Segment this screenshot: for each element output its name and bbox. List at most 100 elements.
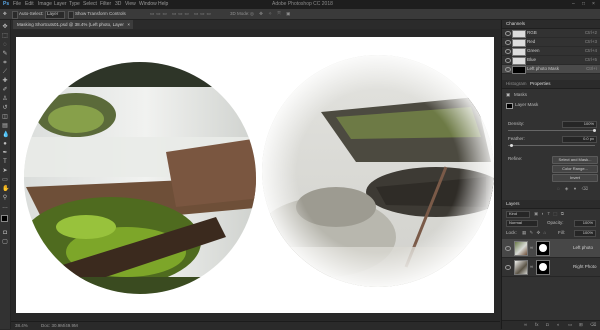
menu-bar: Ps File Edit Image Layer Type Select Fil… [0, 0, 600, 9]
mask-icon[interactable]: ◘ [546, 322, 549, 328]
feather-field[interactable]: 0.0 px [562, 136, 597, 143]
3d-mode-icons[interactable]: ◎ ✥ ✧ ⤧ ▣ [250, 9, 292, 19]
menu-window[interactable]: Window [139, 0, 157, 9]
fill-field[interactable]: 100% [574, 230, 596, 237]
path-select-tool-icon[interactable]: ➤ [2, 168, 8, 174]
masks-label: Masks [514, 92, 528, 97]
layer-filter-dropdown[interactable]: Kind [506, 211, 530, 218]
link-icon[interactable]: ∞ [524, 322, 527, 328]
lock-icons[interactable]: ▦ ✎ ✥ ⌂ [522, 230, 547, 236]
document-tab[interactable]: Masking Shortcuts01.psd @ 38.4% (Left ph… [13, 20, 133, 36]
channel-shortcut: Ctrl+4 [584, 48, 597, 53]
blend-mode-dropdown[interactable]: Normal [506, 220, 538, 227]
menu-help[interactable]: Help [158, 0, 168, 9]
type-tool-icon[interactable]: T [2, 159, 8, 165]
density-field[interactable]: 100% [562, 121, 597, 128]
fx-icon[interactable]: fx [535, 322, 539, 328]
adjustment-icon[interactable]: ◐ [557, 322, 560, 328]
hand-tool-icon[interactable]: ✋ [2, 186, 9, 192]
eye-icon[interactable] [505, 67, 511, 72]
foreground-color-swatch[interactable] [1, 215, 8, 222]
mask-icon[interactable] [506, 103, 513, 109]
menu-layer[interactable]: Layer [54, 0, 67, 9]
zoom-tool-icon[interactable]: ⚲ [2, 195, 8, 201]
dodge-tool-icon[interactable]: ● [2, 141, 8, 147]
crop-tool-icon[interactable]: ⌗ [2, 60, 8, 66]
color-range-button[interactable]: Color Range... [552, 165, 598, 173]
eye-icon[interactable] [505, 265, 511, 270]
more-tools-icon[interactable]: … [2, 204, 8, 210]
close-window-icon[interactable]: × [592, 0, 595, 9]
layer-mask-thumbnail[interactable] [536, 241, 550, 256]
menu-image[interactable]: Image [38, 0, 52, 9]
gradient-tool-icon[interactable]: ▤ [2, 123, 8, 129]
maximize-icon[interactable]: □ [582, 0, 585, 9]
eyedropper-tool-icon[interactable]: ⟋ [2, 69, 8, 75]
feather-slider-knob[interactable] [509, 144, 513, 147]
eraser-tool-icon[interactable]: ◫ [2, 114, 8, 120]
density-slider[interactable] [508, 130, 595, 131]
quick-select-tool-icon[interactable]: ✎ [2, 51, 8, 57]
minimize-icon[interactable]: – [572, 0, 575, 9]
tab-histogram[interactable]: Histogram [506, 80, 527, 88]
pen-tool-icon[interactable]: ✒ [2, 150, 8, 156]
folder-icon[interactable]: ▭ [568, 322, 572, 328]
eye-icon[interactable] [505, 31, 511, 36]
tab-properties[interactable]: Properties [530, 80, 551, 88]
opacity-field[interactable]: 100% [574, 220, 596, 227]
tools-panel: ✥ ⬚ ◌ ✎ ⌗ ⟋ ✚ ✐ ♙ ↺ ◫ ▤ 💧 ● ✒ T ➤ ▭ ✋ ⚲ … [0, 20, 11, 329]
close-tab-icon[interactable]: × [127, 20, 130, 29]
layer-filter-value: Kind [509, 211, 518, 216]
channel-row[interactable]: Green Ctrl+4 [502, 47, 600, 56]
mask-action-icons[interactable]: ◌ ◈ ● ⌫ [557, 186, 590, 192]
document-tabs: Masking Shortcuts01.psd @ 38.4% (Left ph… [11, 20, 500, 36]
healing-tool-icon[interactable]: ✚ [2, 78, 8, 84]
menu-view[interactable]: View [125, 0, 136, 9]
channel-row[interactable]: Red Ctrl+3 [502, 38, 600, 47]
new-layer-icon[interactable]: ⊞ [579, 322, 583, 328]
layer-mask-thumbnail[interactable] [536, 260, 550, 275]
menu-filter[interactable]: Filter [100, 0, 111, 9]
menu-3d[interactable]: 3D [115, 0, 121, 9]
quick-mask-icon[interactable]: ◘ [2, 230, 8, 236]
layer-filter-icons[interactable]: ▣ ◐ T ⬚ ⧉ [534, 211, 565, 217]
select-and-mask-button[interactable]: Select and Mask... [552, 156, 598, 164]
document-canvas[interactable] [16, 37, 494, 313]
menu-edit[interactable]: Edit [25, 0, 34, 9]
channel-row[interactable]: Blue Ctrl+5 [502, 56, 600, 65]
eye-icon[interactable] [505, 49, 511, 54]
menu-type[interactable]: Type [69, 0, 80, 9]
feather-slider[interactable] [508, 145, 595, 146]
auto-select-checkbox[interactable] [12, 11, 18, 19]
channels-panel-header[interactable]: Channels [502, 20, 600, 29]
marquee-tool-icon[interactable]: ⬚ [2, 33, 8, 39]
move-tool-icon[interactable]: ✥ [3, 9, 7, 19]
stamp-tool-icon[interactable]: ♙ [2, 96, 8, 102]
blur-tool-icon[interactable]: 💧 [2, 132, 9, 138]
trash-icon[interactable]: ⌫ [590, 322, 596, 328]
history-brush-icon[interactable]: ↺ [2, 105, 8, 111]
link-icon[interactable]: ∞ [530, 245, 533, 251]
layer-row-right-photo[interactable]: ∞ Right Photo [502, 258, 600, 277]
density-slider-knob[interactable] [593, 129, 596, 132]
channel-shortcut: Ctrl+\ [586, 66, 597, 71]
invert-button[interactable]: Invert [552, 174, 598, 182]
link-icon[interactable]: ∞ [530, 264, 533, 270]
eye-icon[interactable] [505, 246, 511, 251]
eye-icon[interactable] [505, 58, 511, 63]
eye-icon[interactable] [505, 40, 511, 45]
screen-mode-icon[interactable]: ▢ [2, 239, 8, 245]
lasso-tool-icon[interactable]: ◌ [2, 42, 8, 48]
menu-file[interactable]: File [13, 0, 21, 9]
move-tool-icon[interactable]: ✥ [2, 24, 8, 30]
menu-select[interactable]: Select [83, 0, 97, 9]
transform-controls-checkbox[interactable] [68, 11, 74, 19]
layer-row-left-photo[interactable]: ∞ Left photo [502, 239, 600, 258]
channel-row[interactable]: RGB Ctrl+2 [502, 29, 600, 38]
masks-icon: ▣ [506, 92, 511, 97]
align-icons[interactable]: ▭▭▭ ▭▭▭ ▭▭▭ [150, 9, 213, 19]
channel-row-mask[interactable]: Left photo Mask Ctrl+\ [502, 65, 600, 74]
shape-tool-icon[interactable]: ▭ [2, 177, 8, 183]
brush-tool-icon[interactable]: ✐ [2, 87, 8, 93]
layers-title[interactable]: Layers [506, 200, 520, 208]
